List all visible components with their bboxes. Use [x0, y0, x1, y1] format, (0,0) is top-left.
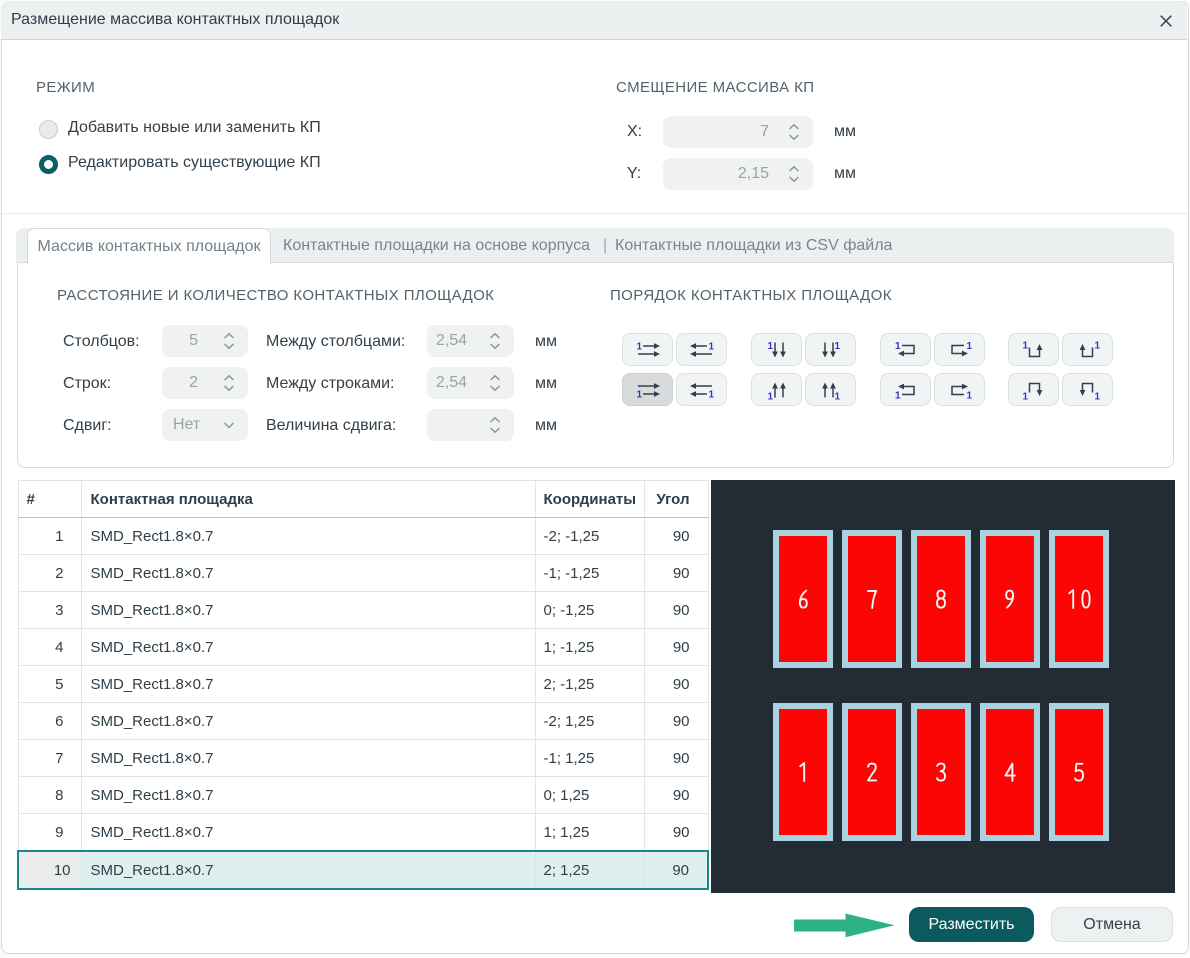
svg-text:1: 1 — [966, 390, 972, 400]
svg-text:1: 1 — [895, 341, 901, 352]
svg-text:1: 1 — [767, 391, 773, 400]
svg-text:1: 1 — [767, 341, 773, 352]
svg-text:1: 1 — [1022, 391, 1028, 400]
svg-text:1: 1 — [636, 341, 642, 352]
svg-text:1: 1 — [966, 341, 972, 352]
svg-text:1: 1 — [708, 389, 714, 400]
svg-text:1: 1 — [834, 341, 840, 352]
svg-text:1: 1 — [708, 341, 714, 352]
svg-text:1: 1 — [834, 391, 840, 400]
svg-text:1: 1 — [1094, 340, 1100, 351]
svg-text:1: 1 — [895, 390, 901, 400]
svg-text:1: 1 — [636, 389, 642, 400]
svg-text:1: 1 — [1094, 391, 1100, 400]
svg-text:1: 1 — [1022, 340, 1028, 351]
